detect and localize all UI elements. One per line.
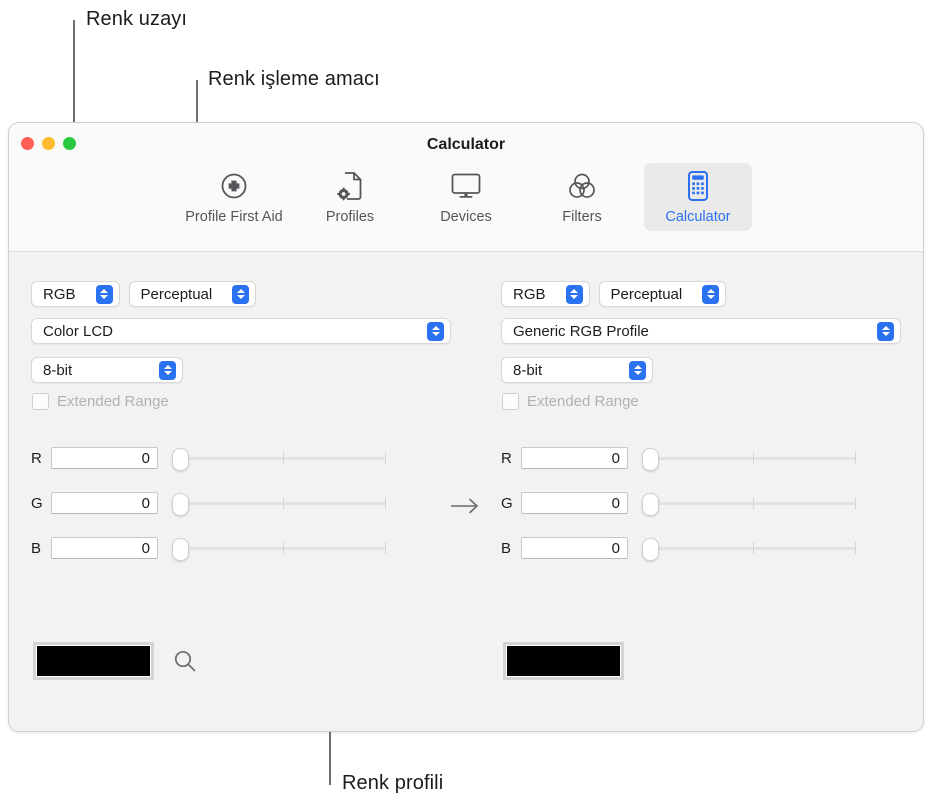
callout-label-color-space: Renk uzayı	[86, 8, 188, 30]
color-space-value: RGB	[513, 285, 546, 303]
extended-range-row-left[interactable]: Extended Range	[32, 393, 169, 410]
channel-slider[interactable]	[642, 492, 856, 516]
bit-depth-popup-right[interactable]: 8-bit	[501, 357, 653, 383]
color-space-value: RGB	[43, 285, 76, 303]
extended-range-row-right[interactable]: Extended Range	[502, 393, 639, 410]
extended-range-label: Extended Range	[57, 393, 169, 410]
slider-thumb[interactable]	[172, 538, 189, 561]
bit-depth-value: 8-bit	[513, 361, 543, 379]
color-profile-popup-right[interactable]: Generic RGB Profile	[501, 318, 901, 344]
extended-range-checkbox-right[interactable]	[502, 393, 519, 410]
slider-thumb[interactable]	[642, 493, 659, 516]
right-popup-row: RGB Perceptual	[501, 281, 727, 307]
chevron-updown-icon[interactable]	[95, 284, 113, 304]
destination-color-swatch[interactable]	[503, 642, 624, 680]
calculator-content: RGB Perceptual Color LCD 8-bit Extended …	[9, 252, 923, 731]
channel-label: B	[501, 539, 512, 557]
channel-label: R	[501, 449, 512, 467]
left-channel-sliders: R 0 G 0 B 0	[31, 445, 386, 580]
color-profile-value: Generic RGB Profile	[513, 322, 649, 340]
right-swatch-row	[503, 642, 624, 680]
left-profile-row: Color LCD	[31, 318, 451, 344]
channel-value-field[interactable]: 0	[51, 537, 158, 559]
toolbar-item-profile-first-aid[interactable]: Profile First Aid	[180, 163, 288, 231]
window-titlebar: Calculator Profile First Aid Profiles De…	[9, 123, 923, 252]
channel-row: R 0	[31, 445, 386, 471]
channel-slider[interactable]	[172, 447, 386, 471]
toolbar-item-devices[interactable]: Devices	[412, 163, 520, 231]
channel-row: G 0	[501, 490, 856, 516]
toolbar-item-filters[interactable]: Filters	[528, 163, 636, 231]
extended-range-label: Extended Range	[527, 393, 639, 410]
channel-slider[interactable]	[642, 447, 856, 471]
slider-thumb[interactable]	[642, 538, 659, 561]
calculator-icon	[685, 169, 711, 203]
chevron-updown-icon[interactable]	[629, 360, 646, 380]
slider-thumb[interactable]	[642, 448, 659, 471]
chevron-updown-icon[interactable]	[877, 321, 894, 341]
chevron-updown-icon[interactable]	[427, 321, 444, 341]
channel-label: R	[31, 449, 42, 467]
toolbar-item-label: Devices	[440, 209, 492, 225]
toolbar-item-calculator[interactable]: Calculator	[644, 163, 752, 231]
channel-row: G 0	[31, 490, 386, 516]
slider-thumb[interactable]	[172, 448, 189, 471]
left-depth-row: 8-bit	[31, 357, 183, 383]
channel-row: B 0	[31, 535, 386, 561]
rendering-intent-value: Perceptual	[610, 285, 683, 303]
right-depth-row: 8-bit	[501, 357, 653, 383]
right-profile-row: Generic RGB Profile	[501, 318, 901, 344]
channel-row: R 0	[501, 445, 856, 471]
channel-row: B 0	[501, 535, 856, 561]
slider-thumb[interactable]	[172, 493, 189, 516]
magnifier-icon[interactable]	[172, 648, 198, 674]
channel-slider[interactable]	[172, 492, 386, 516]
chevron-updown-icon[interactable]	[702, 284, 720, 304]
rendering-intent-popup-left[interactable]: Perceptual	[128, 281, 257, 307]
color-profile-popup-left[interactable]: Color LCD	[31, 318, 451, 344]
channel-value-field[interactable]: 0	[521, 447, 628, 469]
source-color-swatch[interactable]	[33, 642, 154, 680]
toolbar-item-label: Calculator	[665, 209, 731, 225]
channel-value-field[interactable]: 0	[51, 447, 158, 469]
chevron-updown-icon[interactable]	[232, 284, 250, 304]
callout-label-color-profile: Renk profili	[342, 772, 444, 794]
channel-label: B	[31, 539, 42, 557]
conversion-arrow-icon	[449, 495, 483, 517]
channel-value-field[interactable]: 0	[51, 492, 158, 514]
channel-label: G	[501, 494, 513, 512]
extended-range-checkbox-left[interactable]	[32, 393, 49, 410]
plus-circle-icon	[219, 169, 249, 203]
channel-slider[interactable]	[172, 537, 386, 561]
channel-label: G	[31, 494, 43, 512]
color-space-popup-left[interactable]: RGB	[31, 281, 120, 307]
window-title: Calculator	[426, 136, 506, 153]
toolbar-item-label: Filters	[562, 209, 602, 225]
chevron-updown-icon[interactable]	[159, 360, 176, 380]
rendering-intent-value: Perceptual	[140, 285, 213, 303]
rendering-intent-popup-right[interactable]: Perceptual	[598, 281, 727, 307]
bit-depth-value: 8-bit	[43, 361, 73, 379]
callout-label-render-intent: Renk işleme amacı	[208, 68, 380, 90]
venn-circles-icon	[567, 169, 597, 203]
toolbar-item-label: Profile First Aid	[185, 209, 283, 225]
toolbar: Profile First Aid Profiles Devices Filte…	[9, 163, 923, 231]
calculator-window: Calculator Profile First Aid Profiles De…	[8, 122, 924, 732]
channel-value-field[interactable]: 0	[521, 537, 628, 559]
right-channel-sliders: R 0 G 0 B 0	[501, 445, 856, 580]
chevron-updown-icon[interactable]	[565, 284, 583, 304]
bit-depth-popup-left[interactable]: 8-bit	[31, 357, 183, 383]
document-gear-icon	[335, 169, 365, 203]
toolbar-item-profiles[interactable]: Profiles	[296, 163, 404, 231]
left-popup-row: RGB Perceptual	[31, 281, 257, 307]
color-profile-value: Color LCD	[43, 322, 114, 340]
color-space-popup-right[interactable]: RGB	[501, 281, 590, 307]
channel-slider[interactable]	[642, 537, 856, 561]
left-swatch-row	[33, 642, 198, 680]
channel-value-field[interactable]: 0	[521, 492, 628, 514]
toolbar-item-label: Profiles	[325, 209, 375, 225]
display-icon	[450, 169, 482, 203]
